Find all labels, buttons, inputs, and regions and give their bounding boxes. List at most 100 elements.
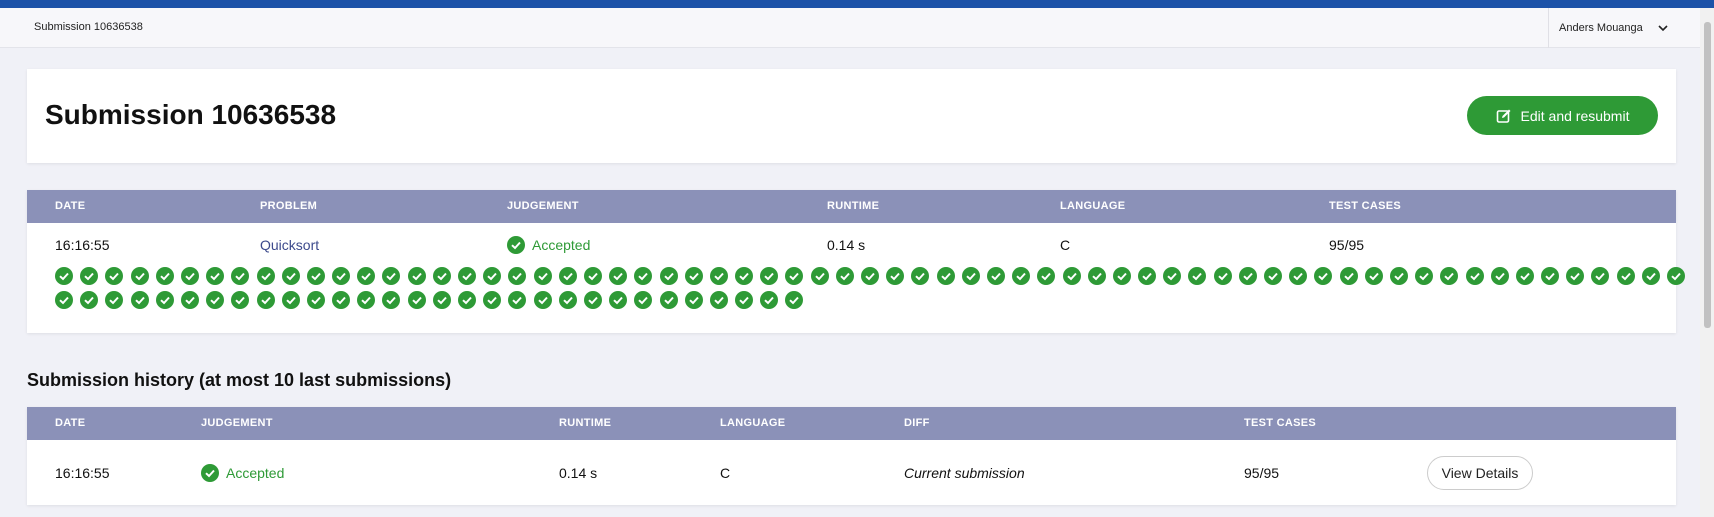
check-circle-icon[interactable] bbox=[80, 267, 99, 285]
check-circle-icon[interactable] bbox=[508, 267, 527, 285]
check-circle-icon[interactable] bbox=[1566, 267, 1585, 285]
problem-link[interactable]: Quicksort bbox=[260, 237, 319, 253]
check-circle-icon[interactable] bbox=[256, 267, 275, 285]
check-circle-icon[interactable] bbox=[432, 267, 451, 285]
check-circle-icon[interactable] bbox=[155, 291, 174, 309]
check-circle-icon[interactable] bbox=[810, 267, 829, 285]
check-circle-icon[interactable] bbox=[1490, 267, 1509, 285]
check-circle-icon[interactable] bbox=[130, 267, 149, 285]
check-circle-icon[interactable] bbox=[105, 267, 124, 285]
check-circle-icon[interactable] bbox=[55, 291, 73, 309]
check-circle-icon[interactable] bbox=[332, 291, 351, 309]
check-circle-icon[interactable] bbox=[659, 291, 678, 309]
check-circle-icon[interactable] bbox=[709, 291, 728, 309]
check-circle-icon[interactable] bbox=[1112, 267, 1131, 285]
check-circle-icon[interactable] bbox=[911, 267, 930, 285]
check-circle-icon[interactable] bbox=[1188, 267, 1207, 285]
check-circle-icon[interactable] bbox=[1667, 267, 1685, 285]
check-circle-icon[interactable] bbox=[558, 291, 577, 309]
check-circle-icon[interactable] bbox=[1415, 267, 1434, 285]
check-circle-icon[interactable] bbox=[155, 267, 174, 285]
check-circle-icon[interactable] bbox=[634, 291, 653, 309]
check-circle-icon[interactable] bbox=[281, 267, 300, 285]
check-circle-icon[interactable] bbox=[357, 267, 376, 285]
check-circle-icon[interactable] bbox=[407, 291, 426, 309]
check-circle-icon[interactable] bbox=[483, 291, 502, 309]
check-circle-icon[interactable] bbox=[1465, 267, 1484, 285]
check-circle-icon[interactable] bbox=[80, 291, 99, 309]
check-circle-icon[interactable] bbox=[735, 267, 754, 285]
check-circle-icon[interactable] bbox=[785, 267, 804, 285]
check-circle-icon[interactable] bbox=[634, 267, 653, 285]
check-circle-icon[interactable] bbox=[558, 267, 577, 285]
check-circle-icon[interactable] bbox=[760, 291, 779, 309]
check-circle-icon[interactable] bbox=[1440, 267, 1459, 285]
check-circle-icon[interactable] bbox=[483, 267, 502, 285]
check-circle-icon[interactable] bbox=[1389, 267, 1408, 285]
check-circle-icon[interactable] bbox=[583, 267, 602, 285]
check-circle-icon[interactable] bbox=[256, 291, 275, 309]
check-circle-icon[interactable] bbox=[1213, 267, 1232, 285]
check-circle-icon[interactable] bbox=[231, 291, 250, 309]
edit-and-resubmit-button[interactable]: Edit and resubmit bbox=[1467, 96, 1658, 135]
check-circle-icon[interactable] bbox=[986, 267, 1005, 285]
check-circle-icon[interactable] bbox=[1062, 267, 1081, 285]
check-circle-icon[interactable] bbox=[533, 291, 552, 309]
check-circle-icon[interactable] bbox=[1364, 267, 1383, 285]
check-circle-icon[interactable] bbox=[231, 267, 250, 285]
check-circle-icon[interactable] bbox=[684, 291, 703, 309]
check-circle-icon[interactable] bbox=[735, 291, 754, 309]
check-circle-icon[interactable] bbox=[583, 291, 602, 309]
check-circle-icon[interactable] bbox=[1591, 267, 1610, 285]
check-circle-icon[interactable] bbox=[709, 267, 728, 285]
view-details-button[interactable]: View Details bbox=[1427, 456, 1533, 490]
breadcrumb[interactable]: Submission 10636538 bbox=[34, 21, 143, 33]
check-circle-icon[interactable] bbox=[785, 291, 804, 309]
check-circle-icon[interactable] bbox=[886, 267, 905, 285]
check-circle-icon[interactable] bbox=[1238, 267, 1257, 285]
check-circle-icon[interactable] bbox=[1012, 267, 1031, 285]
check-circle-icon[interactable] bbox=[357, 291, 376, 309]
check-circle-icon[interactable] bbox=[835, 267, 854, 285]
check-circle-icon[interactable] bbox=[1163, 267, 1182, 285]
check-circle-icon[interactable] bbox=[180, 291, 199, 309]
check-circle-icon[interactable] bbox=[659, 267, 678, 285]
check-circle-icon[interactable] bbox=[533, 267, 552, 285]
check-circle-icon[interactable] bbox=[407, 267, 426, 285]
check-circle-icon[interactable] bbox=[382, 291, 401, 309]
check-circle-icon[interactable] bbox=[1641, 267, 1660, 285]
check-circle-icon[interactable] bbox=[306, 267, 325, 285]
check-circle-icon[interactable] bbox=[1264, 267, 1282, 285]
scrollbar-thumb[interactable] bbox=[1704, 22, 1711, 328]
check-circle-icon[interactable] bbox=[180, 267, 199, 285]
check-circle-icon[interactable] bbox=[432, 291, 451, 309]
check-circle-icon[interactable] bbox=[1138, 267, 1157, 285]
user-menu[interactable]: Anders Mouanga bbox=[1548, 8, 1700, 48]
check-circle-icon[interactable] bbox=[760, 267, 779, 285]
check-circle-icon[interactable] bbox=[105, 291, 124, 309]
check-circle-icon[interactable] bbox=[936, 267, 955, 285]
check-circle-icon[interactable] bbox=[1037, 267, 1056, 285]
check-circle-icon[interactable] bbox=[281, 291, 300, 309]
check-circle-icon[interactable] bbox=[1087, 267, 1106, 285]
check-circle-icon[interactable] bbox=[508, 291, 527, 309]
check-circle-icon[interactable] bbox=[961, 267, 980, 285]
check-circle-icon[interactable] bbox=[306, 291, 325, 309]
check-circle-icon[interactable] bbox=[861, 267, 879, 285]
check-circle-icon[interactable] bbox=[1339, 267, 1358, 285]
check-circle-icon[interactable] bbox=[130, 291, 149, 309]
check-circle-icon[interactable] bbox=[458, 267, 476, 285]
check-circle-icon[interactable] bbox=[332, 267, 351, 285]
check-circle-icon[interactable] bbox=[1541, 267, 1560, 285]
check-circle-icon[interactable] bbox=[609, 267, 628, 285]
check-circle-icon[interactable] bbox=[1289, 267, 1308, 285]
check-circle-icon[interactable] bbox=[609, 291, 628, 309]
check-circle-icon[interactable] bbox=[382, 267, 401, 285]
check-circle-icon[interactable] bbox=[458, 291, 476, 309]
check-circle-icon[interactable] bbox=[55, 267, 73, 285]
page-scrollbar[interactable] bbox=[1700, 8, 1714, 517]
check-circle-icon[interactable] bbox=[1314, 267, 1333, 285]
check-circle-icon[interactable] bbox=[1515, 267, 1534, 285]
check-circle-icon[interactable] bbox=[206, 291, 225, 309]
check-circle-icon[interactable] bbox=[206, 267, 225, 285]
